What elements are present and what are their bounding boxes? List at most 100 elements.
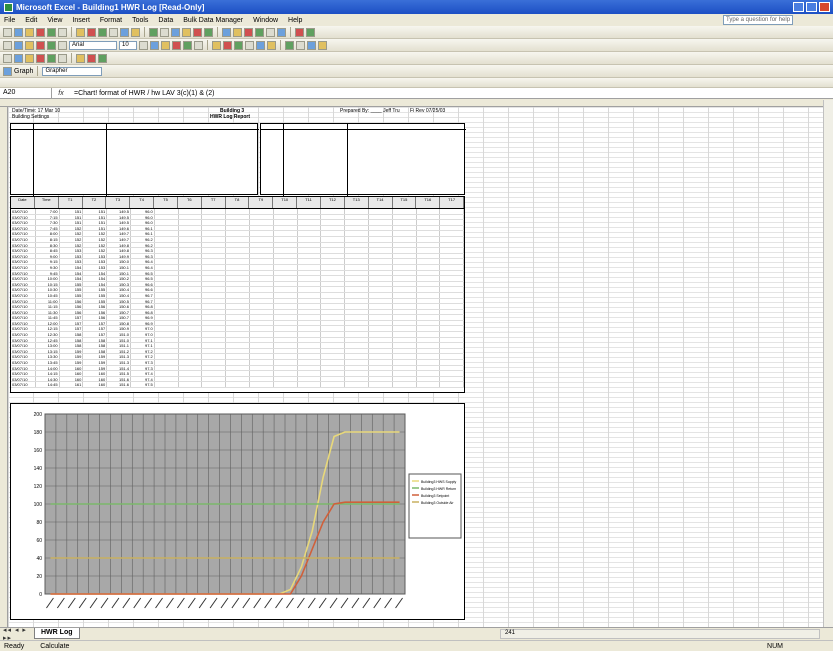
standard-tool-icon[interactable]: [87, 27, 96, 37]
drawing-tool-icon[interactable]: [25, 53, 34, 63]
table-cell: 149.8: [107, 242, 131, 248]
format-tool-icon[interactable]: [256, 40, 265, 50]
standard-tool-icon[interactable]: [222, 27, 231, 37]
standard-tool-icon[interactable]: [255, 27, 264, 37]
format-tool-icon[interactable]: [25, 40, 34, 50]
standard-tool-icon[interactable]: [98, 27, 107, 37]
format-tool-icon[interactable]: [285, 40, 294, 50]
maximize-button[interactable]: [806, 2, 817, 12]
drawing-tool-icon[interactable]: [76, 53, 85, 63]
format-tool-icon[interactable]: [172, 40, 181, 50]
worksheet[interactable]: Date/Time: 17 Mar 10 Building Settings B…: [0, 100, 833, 627]
format-tool-icon[interactable]: [234, 40, 243, 50]
drawing-tool-icon[interactable]: [3, 53, 12, 63]
menu-edit[interactable]: Edit: [25, 17, 37, 24]
menu-insert[interactable]: Insert: [72, 17, 90, 24]
standard-tool-icon[interactable]: [149, 27, 158, 37]
format-tool-icon[interactable]: [307, 40, 316, 50]
menu-data[interactable]: Data: [158, 17, 173, 24]
font-size-combo[interactable]: 10: [119, 40, 137, 50]
menu-view[interactable]: View: [47, 17, 62, 24]
format-tool-icon[interactable]: [245, 40, 254, 50]
standard-tool-icon[interactable]: [120, 27, 129, 37]
standard-tool-icon[interactable]: [295, 27, 304, 37]
table-cell: [155, 209, 179, 214]
standard-tool-icon[interactable]: [160, 27, 169, 37]
vertical-scrollbar[interactable]: [823, 100, 833, 627]
format-tool-icon[interactable]: [58, 40, 67, 50]
standard-tool-icon[interactable]: [58, 27, 67, 37]
table-cell: [202, 326, 227, 332]
standard-tool-icon[interactable]: [193, 27, 202, 37]
menu-bulk-data-manager[interactable]: Bulk Data Manager: [183, 17, 243, 24]
standard-tool-icon[interactable]: [25, 27, 34, 37]
standard-tool-icon[interactable]: [277, 27, 286, 37]
format-tool-icon[interactable]: [3, 40, 12, 50]
drawing-tool-icon[interactable]: [36, 53, 45, 63]
format-tool-icon[interactable]: [161, 40, 170, 50]
table-cell: [179, 376, 203, 382]
format-tool-icon[interactable]: [318, 40, 327, 50]
standard-tool-icon[interactable]: [36, 27, 45, 37]
grapher-combo[interactable]: Grapher: [42, 66, 103, 76]
drawing-tool-icon[interactable]: [98, 53, 107, 63]
format-tool-icon[interactable]: [183, 40, 192, 50]
menu-tools[interactable]: Tools: [132, 17, 148, 24]
table-cell: [179, 337, 203, 343]
name-box[interactable]: A20: [0, 88, 52, 98]
standard-tool-icon[interactable]: [171, 27, 180, 37]
format-tool-icon[interactable]: [36, 40, 45, 50]
drawing-tool-icon[interactable]: [58, 53, 67, 63]
format-tool-icon[interactable]: [212, 40, 221, 50]
standard-tool-icon[interactable]: [76, 27, 85, 37]
table-cell: 154: [83, 276, 108, 281]
formula-input[interactable]: =Chart! format of HWR / hw LAV 3(c)(1) &…: [70, 90, 215, 97]
fx-icon[interactable]: fx: [52, 90, 70, 97]
drawing-tool-icon[interactable]: [47, 53, 56, 63]
x-tick-label: [395, 597, 403, 609]
standard-tool-icon[interactable]: [131, 27, 140, 37]
menu-file[interactable]: File: [4, 17, 15, 24]
standard-tool-icon[interactable]: [204, 27, 213, 37]
menu-help[interactable]: Help: [288, 17, 302, 24]
standard-tool-icon[interactable]: [244, 27, 253, 37]
standard-tool-icon[interactable]: [266, 27, 275, 37]
help-search-input[interactable]: Type a question for help: [723, 15, 793, 25]
font-name-combo[interactable]: Arial: [69, 40, 117, 50]
graph-icon[interactable]: [3, 66, 12, 76]
table-cell: 97.3: [131, 360, 155, 365]
format-tool-icon[interactable]: [47, 40, 56, 50]
row-headers[interactable]: [0, 107, 8, 627]
standard-tool-icon[interactable]: [109, 27, 118, 37]
table-cell: 97.0: [131, 332, 155, 337]
standard-tool-icon[interactable]: [182, 27, 191, 37]
drawing-tool-icon[interactable]: [14, 53, 23, 63]
graph-label[interactable]: Graph: [14, 68, 33, 75]
table-cell: [179, 343, 203, 348]
minimize-button[interactable]: [793, 2, 804, 12]
format-tool-icon[interactable]: [14, 40, 23, 50]
standard-tool-icon[interactable]: [306, 27, 315, 37]
menu-format[interactable]: Format: [100, 17, 122, 24]
standard-tool-icon[interactable]: [14, 27, 23, 37]
format-tool-icon[interactable]: [296, 40, 305, 50]
format-tool-icon[interactable]: [194, 40, 203, 50]
menu-window[interactable]: Window: [253, 17, 278, 24]
standard-tool-icon[interactable]: [233, 27, 242, 37]
standard-tool-icon[interactable]: [3, 27, 12, 37]
format-tool-icon[interactable]: [223, 40, 232, 50]
horizontal-scrollbar[interactable]: 241: [500, 629, 820, 639]
table-cell: [202, 309, 227, 315]
table-cell: [298, 365, 322, 371]
drawing-tool-icon[interactable]: [87, 53, 96, 63]
column-headers[interactable]: [0, 100, 833, 107]
sheet-tab-hwr-log[interactable]: HWR Log: [34, 628, 80, 639]
table-cell: 156: [60, 304, 84, 309]
standard-tool-icon[interactable]: [47, 27, 56, 37]
format-tool-icon[interactable]: [139, 40, 148, 50]
format-tool-icon[interactable]: [267, 40, 276, 50]
close-button[interactable]: [819, 2, 830, 12]
table-cell: [440, 320, 464, 326]
format-tool-icon[interactable]: [150, 40, 159, 50]
chart[interactable]: 200 180 160 140 120 100 80 60 40 20 0 Building3 HWS…: [10, 403, 465, 620]
